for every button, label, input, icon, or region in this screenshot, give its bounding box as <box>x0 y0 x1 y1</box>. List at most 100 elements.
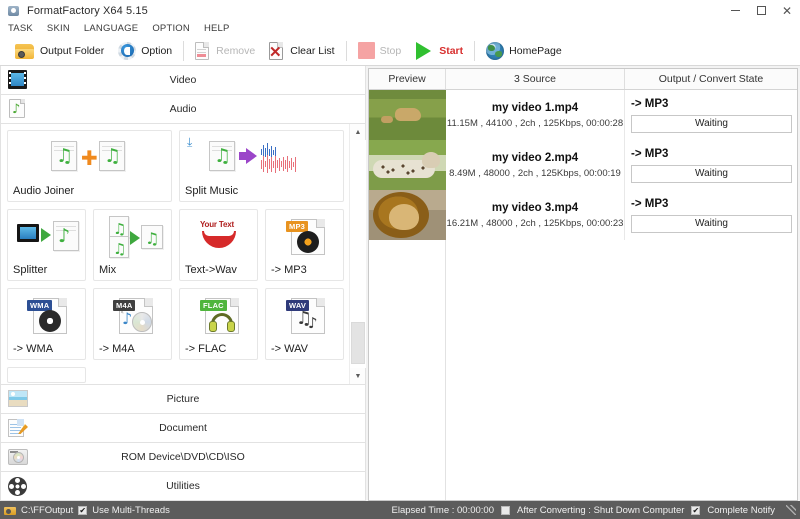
tile-to-mp3[interactable]: MP3 -> MP3 <box>265 209 344 281</box>
remove-page-icon <box>195 41 211 60</box>
tile-text-to-wav[interactable]: Your Text Text->Wav <box>179 209 258 281</box>
sidebar-item-audio[interactable]: ♪ Audio <box>0 95 366 124</box>
format-tiles-panel: ♫ ✚ ♫ Audio Joiner ⤓ ♫ Split Music ♪ Spl… <box>0 124 366 385</box>
status-badge[interactable]: Waiting <box>631 114 792 133</box>
multi-threads-label: Use Multi-Threads <box>92 504 170 516</box>
sidebar: Video ♪ Audio ♫ ✚ ♫ Audio Joiner ⤓ ♫ Spl… <box>0 66 366 501</box>
sidebar-item-document[interactable]: Document <box>0 414 366 443</box>
tile-splitter[interactable]: ♪ Splitter <box>7 209 86 281</box>
output-cell: -> MP3 Waiting <box>625 90 797 140</box>
lioness-thumbnail[interactable] <box>369 90 446 140</box>
file-info: 8.49M , 48000 , 2ch , 125Kbps, 00:00:19 <box>449 167 621 179</box>
scroll-up-icon[interactable]: ▲ <box>350 124 366 140</box>
sidebar-item-picture-label: Picture <box>166 393 200 405</box>
file-list-area: Preview 3 Source Output / Convert State <box>366 66 800 501</box>
menu-help[interactable]: HELP <box>204 23 238 34</box>
tile-mix[interactable]: ♫ ♫ ♫ Mix <box>93 209 172 281</box>
tile-row-1: ♫ ✚ ♫ Audio Joiner ⤓ ♫ Split Music <box>7 130 345 202</box>
table-row[interactable]: my video 1.mp4 11.15M , 44100 , 2ch , 12… <box>446 90 797 140</box>
scrollbar-thumb[interactable] <box>351 322 365 364</box>
tile-to-wav[interactable]: WAV ♫ ♪ -> WAV <box>265 288 344 360</box>
globe-icon <box>486 41 505 60</box>
close-button[interactable]: ✕ <box>774 0 800 21</box>
sidebar-item-video[interactable]: Video <box>0 66 366 95</box>
download-icon: ⤓ <box>187 135 193 149</box>
clear-list-button[interactable]: ✕ Clear List <box>262 38 341 64</box>
sidebar-scrollbar[interactable]: ▲ ▼ <box>349 124 366 384</box>
start-label: Start <box>439 44 464 57</box>
flac-file-icon: FLAC <box>185 293 252 343</box>
tile-to-wma[interactable]: WMA -> WMA <box>7 288 86 360</box>
option-button[interactable]: Option <box>111 38 179 64</box>
maximize-button[interactable] <box>748 0 774 21</box>
tile-split-music[interactable]: ⤓ ♫ Split Music <box>179 130 344 202</box>
sidebar-item-utilities[interactable]: Utilities <box>0 472 366 501</box>
mix-icon: ♫ ♫ ♫ <box>99 214 166 264</box>
column-header-source[interactable]: 3 Source <box>446 69 625 89</box>
m4a-file-icon: M4A ♪ <box>99 293 166 343</box>
tile-audio-joiner-label: Audio Joiner <box>13 185 75 197</box>
file-name: my video 2.mp4 <box>491 151 579 164</box>
lion-thumbnail[interactable] <box>369 190 446 240</box>
tile-partial[interactable] <box>7 367 86 383</box>
audio-joiner-icon: ♫ ✚ ♫ <box>13 135 166 185</box>
homepage-label: HomePage <box>509 44 562 57</box>
output-folder-button[interactable]: Output Folder <box>8 38 111 64</box>
source-cell: my video 3.mp4 16.21M , 48000 , 2ch , 12… <box>446 190 625 240</box>
status-left: C:\FFOutput ✔ Use Multi-Threads <box>4 505 170 516</box>
complete-notify-checkbox[interactable]: ✔ <box>691 505 701 515</box>
tile-audio-joiner[interactable]: ♫ ✚ ♫ Audio Joiner <box>7 130 172 202</box>
status-bar: C:\FFOutput ✔ Use Multi-Threads Elapsed … <box>0 501 800 519</box>
sidebar-item-rom-device[interactable]: ROM Device\DVD\CD\ISO <box>0 443 366 472</box>
tile-mix-label: Mix <box>99 264 117 276</box>
text-to-wav-icon: Your Text <box>185 214 252 264</box>
tile-to-flac[interactable]: FLAC -> FLAC <box>179 288 258 360</box>
splitter-icon: ♪ <box>13 214 80 264</box>
tile-to-m4a[interactable]: M4A ♪ -> M4A <box>93 288 172 360</box>
menu-task[interactable]: TASK <box>8 23 41 34</box>
flac-badge: FLAC <box>200 300 227 311</box>
toolbar-divider-2 <box>345 40 347 61</box>
your-text-label: Your Text <box>200 220 234 229</box>
window-title: FormatFactory X64 5.15 <box>27 4 148 17</box>
output-cell: -> MP3 Waiting <box>625 190 797 240</box>
file-name: my video 3.mp4 <box>491 201 579 214</box>
toolbar-divider-1 <box>183 40 185 61</box>
output-cell: -> MP3 Waiting <box>625 140 797 190</box>
after-converting-checkbox[interactable] <box>501 505 511 515</box>
column-header-output[interactable]: Output / Convert State <box>625 69 797 89</box>
scroll-down-icon[interactable]: ▼ <box>350 368 366 384</box>
status-badge[interactable]: Waiting <box>631 164 792 183</box>
source-cell: my video 2.mp4 8.49M , 48000 , 2ch , 125… <box>446 140 625 190</box>
title-bar: FormatFactory X64 5.15 ✕ <box>0 0 800 21</box>
resize-grip-icon[interactable] <box>786 505 796 515</box>
tile-text-to-wav-label: Text->Wav <box>185 264 237 276</box>
menu-language[interactable]: LANGUAGE <box>84 23 146 34</box>
column-header-preview[interactable]: Preview <box>369 69 446 89</box>
remove-button[interactable]: Remove <box>188 38 262 64</box>
sidebar-item-picture[interactable]: Picture <box>0 385 366 414</box>
start-button[interactable]: Start <box>408 38 470 64</box>
cheetah-thumbnail[interactable] <box>369 140 446 190</box>
table-row[interactable]: my video 3.mp4 16.21M , 48000 , 2ch , 12… <box>446 190 797 240</box>
menu-option[interactable]: OPTION <box>152 23 198 34</box>
stop-icon <box>357 42 375 59</box>
tile-to-m4a-label: -> M4A <box>99 343 135 355</box>
format-tiles-scroll: ♫ ✚ ♫ Audio Joiner ⤓ ♫ Split Music ♪ Spl… <box>1 124 349 384</box>
multi-threads-checkbox[interactable]: ✔ <box>78 505 88 515</box>
menu-skin[interactable]: SKIN <box>47 23 78 34</box>
status-badge[interactable]: Waiting <box>631 214 792 233</box>
clear-list-label: Clear List <box>290 44 335 57</box>
output-format: -> MP3 <box>631 197 669 210</box>
split-music-icon: ⤓ ♫ <box>185 135 338 185</box>
stop-button[interactable]: Stop <box>351 38 409 64</box>
file-info: 11.15M , 44100 , 2ch , 125Kbps, 00:00:28 <box>446 117 624 129</box>
tile-row-4-partial <box>7 367 345 383</box>
homepage-button[interactable]: HomePage <box>479 38 569 64</box>
minimize-button[interactable] <box>722 0 748 21</box>
scrollbar-track[interactable] <box>350 140 366 368</box>
output-folder-icon[interactable] <box>4 505 16 515</box>
output-path[interactable]: C:\FFOutput <box>21 505 73 516</box>
source-cell: my video 1.mp4 11.15M , 44100 , 2ch , 12… <box>446 90 625 140</box>
table-row[interactable]: my video 2.mp4 8.49M , 48000 , 2ch , 125… <box>446 140 797 190</box>
